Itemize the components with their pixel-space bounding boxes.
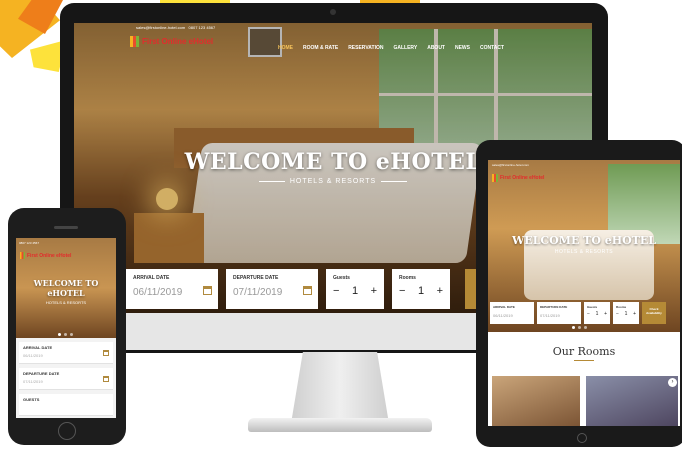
rooms-stepper: Rooms − 1 + [392, 269, 450, 309]
rooms-label: Rooms [616, 305, 627, 309]
departure-label: DEPARTURE DATE [23, 371, 60, 376]
phone-text[interactable]: 0807 123 4567 [19, 241, 39, 245]
guests-label: GUESTS [23, 397, 40, 402]
monitor-stand [291, 352, 389, 422]
departure-label: DEPARTURE DATE [233, 275, 279, 281]
main-nav: HOME ROOM & RATE RESERVATION GALLERY ABO… [278, 45, 504, 51]
guests-minus-button[interactable]: − [587, 311, 590, 317]
arrival-date-field[interactable]: ARRIVAL DATE 06/11/2019 [490, 302, 534, 324]
guests-stepper: Guests − 1 + [584, 302, 610, 324]
topbar-contact: sales@firstonline-hotel.com [492, 163, 529, 167]
arrival-label: ARRIVAL DATE [23, 345, 53, 350]
email-text[interactable]: sales@firstonline-hotel.com [136, 25, 185, 30]
guests-minus-button[interactable]: − [333, 285, 339, 297]
room-card[interactable] [586, 376, 678, 426]
arrival-date-field[interactable]: ARRIVAL DATE 06/11/2019 [19, 342, 113, 364]
tablet-screen: sales@firstonline-hotel.com First Online… [488, 160, 680, 426]
nav-about[interactable]: ABOUT [427, 45, 445, 51]
rooms-value: 1 [624, 311, 628, 317]
logo-icon [130, 36, 139, 47]
guests-label: Guests [333, 275, 350, 281]
slider-dots [572, 326, 587, 329]
guests-value: 1 [595, 311, 599, 317]
nav-room-rate[interactable]: ROOM & RATE [303, 45, 338, 51]
departure-date-field[interactable]: DEPARTURE DATE 07/11/2019 [537, 302, 581, 324]
rooms-minus-button[interactable]: − [616, 311, 619, 317]
hero-title: WELCOME TO eHOTEL [16, 278, 116, 298]
hero-title: WELCOME TO eHOTEL [511, 234, 657, 247]
site-logo[interactable]: First Online eHotel [130, 36, 213, 47]
departure-value: 07/11/2019 [23, 379, 43, 384]
topbar-contact: 0807 123 4567 [19, 241, 39, 245]
tablet-home-button [577, 433, 587, 443]
logo-icon [20, 252, 25, 259]
email-text[interactable]: sales@firstonline-hotel.com [492, 163, 529, 167]
departure-label: DEPARTURE DATE [540, 305, 568, 309]
rooms-value: 1 [417, 285, 425, 297]
booking-bar: ARRIVAL DATE 06/11/2019 DEPARTURE DATE 0… [490, 302, 666, 324]
guests-plus-button[interactable]: + [604, 311, 607, 317]
calendar-icon[interactable] [303, 286, 312, 295]
guests-field[interactable]: GUESTS [19, 394, 113, 416]
camera [330, 9, 336, 15]
departure-value: 07/11/2019 [540, 313, 560, 318]
our-rooms-heading: Our Rooms [552, 345, 616, 358]
tablet-hero: sales@firstonline-hotel.com First Online… [488, 160, 680, 332]
rooms-minus-button[interactable]: − [399, 285, 405, 297]
hero-title-line1: WELCOME TO [33, 278, 99, 288]
room-card[interactable] [492, 376, 580, 426]
hero-title-line2: eHOTEL [47, 288, 85, 298]
rooms-label: Rooms [399, 275, 416, 281]
nav-reservation[interactable]: RESERVATION [348, 45, 383, 51]
nav-contact[interactable]: CONTACT [480, 45, 504, 51]
departure-date-field[interactable]: DEPARTURE DATE 07/11/2019 [226, 269, 318, 309]
calendar-icon[interactable] [103, 350, 109, 356]
guests-value: 1 [351, 285, 359, 297]
hero-subtitle: HOTELS & RESORTS [45, 300, 87, 305]
nav-news[interactable]: NEWS [455, 45, 470, 51]
arrival-date-field[interactable]: ARRIVAL DATE 06/11/2019 [126, 269, 218, 309]
check-availability-button[interactable]: Check Availability [642, 302, 666, 324]
phone-speaker [54, 226, 78, 229]
rooms-plus-button[interactable]: + [633, 311, 636, 317]
site-logo[interactable]: First Online eHotel [492, 174, 544, 182]
nav-gallery[interactable]: GALLERY [393, 45, 417, 51]
booking-bar: ARRIVAL DATE 06/11/2019 DEPARTURE DATE 0… [126, 269, 450, 309]
rooms-plus-button[interactable]: + [437, 285, 443, 297]
logo-icon [492, 174, 498, 182]
phone-text[interactable]: 0807 123 4567 [189, 25, 216, 30]
phone-screen: 0807 123 4567 First Online eHotel WELCOM… [16, 238, 116, 418]
arrival-label: ARRIVAL DATE [133, 275, 170, 281]
calendar-icon[interactable] [103, 376, 109, 382]
nav-home[interactable]: HOME [278, 45, 293, 51]
guests-stepper: Guests − 1 + [326, 269, 384, 309]
guests-plus-button[interactable]: + [371, 285, 377, 297]
logo-text: First Online eHotel [27, 252, 72, 259]
hero-subtitle: HOTELS & RESORTS [554, 249, 614, 255]
site-logo[interactable]: First Online eHotel [20, 252, 71, 259]
arrival-value: 06/11/2019 [133, 287, 183, 298]
departure-date-field[interactable]: DEPARTURE DATE 07/11/2019 [19, 368, 113, 390]
heading-divider [574, 360, 594, 361]
departure-value: 07/11/2019 [233, 287, 283, 298]
rooms-stepper: Rooms − 1 + [613, 302, 639, 324]
next-arrow-icon[interactable]: › [668, 378, 677, 387]
phone-hero: 0807 123 4567 First Online eHotel WELCOM… [16, 238, 116, 338]
arrival-value: 06/11/2019 [493, 313, 513, 318]
arrival-label: ARRIVAL DATE [493, 305, 515, 309]
topbar-contact: sales@firstonline-hotel.com 0807 123 456… [136, 25, 215, 30]
calendar-icon[interactable] [203, 286, 212, 295]
monitor-base [248, 418, 432, 432]
logo-text: First Online eHotel [500, 175, 545, 181]
guests-label: Guests [587, 305, 598, 309]
slider-dots [58, 333, 73, 336]
phone-home-button [58, 422, 76, 440]
logo-text: First Online eHotel [142, 37, 214, 46]
arrival-value: 06/11/2019 [23, 353, 43, 358]
